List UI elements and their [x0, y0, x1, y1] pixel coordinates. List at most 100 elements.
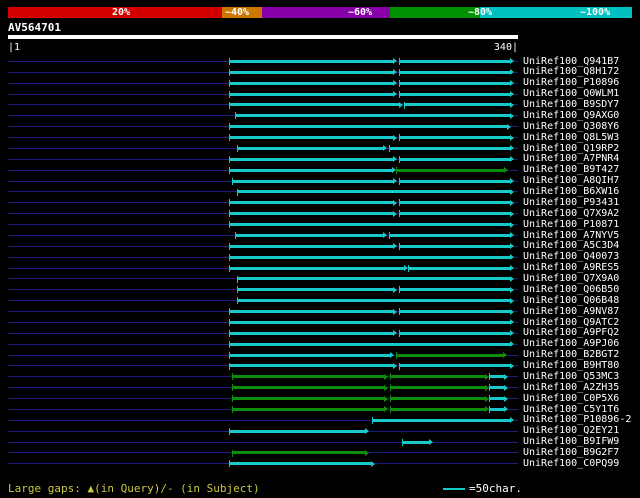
alignment-segment[interactable]	[235, 114, 511, 118]
alignment-segment[interactable]	[489, 375, 505, 379]
alignment-segment[interactable]	[399, 70, 511, 74]
alignment-segment[interactable]	[489, 397, 505, 401]
hit-label[interactable]: UniRef100_Q7X9A2	[523, 208, 619, 219]
alignment-segment[interactable]	[236, 299, 511, 303]
hit-label[interactable]: UniRef100_B9G2F7	[523, 448, 619, 458]
alignment-segment[interactable]	[229, 266, 404, 270]
alignment-segment[interactable]	[399, 288, 511, 292]
alignment-segment[interactable]	[399, 59, 511, 63]
hit-label[interactable]: UniRef100_A7NYV5	[523, 230, 619, 241]
alignment-segment[interactable]	[489, 386, 505, 390]
alignment-segment[interactable]	[229, 157, 394, 161]
alignment-segment[interactable]	[408, 266, 511, 270]
alignment-segment[interactable]	[403, 103, 511, 107]
alignment-segment[interactable]	[390, 386, 485, 390]
alignment-segment[interactable]	[229, 201, 394, 205]
alignment-segment[interactable]	[388, 233, 511, 237]
alignment-segment[interactable]	[229, 462, 371, 466]
alignment-segment[interactable]	[229, 70, 394, 74]
alignment-segment[interactable]	[229, 310, 394, 314]
alignment-segment[interactable]	[399, 157, 511, 161]
alignment-segment[interactable]	[229, 320, 511, 324]
hit-label[interactable]: UniRef100_Q9AXG0	[523, 110, 619, 121]
alignment-segment[interactable]	[390, 407, 485, 411]
alignment-segment[interactable]	[229, 212, 394, 216]
alignment-segment[interactable]	[229, 223, 511, 227]
hit-label[interactable]: UniRef100_Q308Y6	[523, 121, 619, 132]
hit-label[interactable]: UniRef100_B6XW16	[523, 187, 619, 197]
alignment-segment[interactable]	[229, 244, 394, 248]
alignment-segment[interactable]	[232, 397, 385, 401]
alignment-segment[interactable]	[236, 146, 383, 150]
hit-label[interactable]: UniRef100_Q0WLM1	[523, 89, 619, 99]
hit-label[interactable]: UniRef100_A2ZH35	[523, 382, 619, 393]
hit-label[interactable]: UniRef100_A7PNR4	[523, 154, 619, 164]
alignment-segment[interactable]	[229, 81, 394, 85]
alignment-segment[interactable]	[390, 375, 485, 379]
hit-label[interactable]: UniRef100_B9T427	[523, 165, 619, 175]
alignment-segment[interactable]	[402, 440, 430, 444]
hit-label[interactable]: UniRef100_P93431	[523, 197, 619, 208]
hit-label[interactable]: UniRef100_C5Y1T6	[523, 404, 619, 415]
alignment-segment[interactable]	[236, 277, 511, 281]
alignment-segment[interactable]	[232, 451, 365, 455]
alignment-segment[interactable]	[229, 59, 394, 63]
hit-label[interactable]: UniRef100_A5C3D4	[523, 241, 619, 251]
alignment-segment[interactable]	[236, 190, 511, 194]
hit-label[interactable]: UniRef100_P10896	[523, 78, 619, 88]
alignment-segment[interactable]	[399, 179, 511, 183]
alignment-segment[interactable]	[229, 342, 511, 346]
alignment-segment[interactable]	[232, 179, 394, 183]
hit-label[interactable]: UniRef100_C0PQ99	[523, 458, 619, 469]
hit-label[interactable]: UniRef100_A9PFQ2	[523, 328, 619, 338]
hit-label[interactable]: UniRef100_Q9ATC2	[523, 317, 619, 328]
alignment-segment[interactable]	[229, 136, 394, 140]
alignment-segment[interactable]	[388, 146, 511, 150]
alignment-segment[interactable]	[396, 353, 503, 357]
alignment-segment[interactable]	[229, 255, 511, 259]
alignment-segment[interactable]	[372, 418, 511, 422]
hit-label[interactable]: UniRef100_A8QIH7	[523, 176, 619, 186]
alignment-segment[interactable]	[489, 407, 505, 411]
hit-label[interactable]: UniRef100_Q2EY21	[523, 426, 619, 436]
alignment-segment[interactable]	[399, 364, 511, 368]
alignment-segment[interactable]	[229, 92, 394, 96]
alignment-segment[interactable]	[229, 364, 394, 368]
alignment-segment[interactable]	[396, 168, 505, 172]
hit-label[interactable]: UniRef100_Q40073	[523, 252, 619, 262]
alignment-segment[interactable]	[390, 397, 485, 401]
hit-label[interactable]: UniRef100_A9PJ06	[523, 339, 619, 349]
alignment-segment[interactable]	[236, 288, 394, 292]
alignment-segment[interactable]	[399, 201, 511, 205]
hit-label[interactable]: UniRef100_Q19RP2	[523, 143, 619, 154]
alignment-segment[interactable]	[399, 331, 511, 335]
hit-label[interactable]: UniRef100_Q8H172	[523, 67, 619, 77]
alignment-segment[interactable]	[399, 92, 511, 96]
alignment-segment[interactable]	[399, 310, 511, 314]
hit-label[interactable]: UniRef100_A9RES5	[523, 263, 619, 273]
hit-label[interactable]: UniRef100_B9HT80	[523, 361, 619, 371]
alignment-segment[interactable]	[229, 168, 392, 172]
alignment-segment[interactable]	[399, 81, 511, 85]
alignment-segment[interactable]	[232, 375, 385, 379]
hit-label[interactable]: UniRef100_A9NV87	[523, 306, 619, 317]
hit-label[interactable]: UniRef100_Q7X9A0	[523, 274, 619, 284]
hit-label[interactable]: UniRef100_Q8L5W3	[523, 132, 619, 143]
hit-label[interactable]: UniRef100_P10871	[523, 219, 619, 230]
hit-label[interactable]: UniRef100_B2BGT2	[523, 350, 619, 360]
hit-label[interactable]: UniRef100_Q53MC3	[523, 371, 619, 382]
alignment-segment[interactable]	[399, 212, 511, 216]
hit-label[interactable]: UniRef100_B9IFW9	[523, 437, 619, 447]
alignment-segment[interactable]	[232, 407, 385, 411]
hit-label[interactable]: UniRef100_B9SDY7	[523, 100, 619, 110]
hit-label[interactable]: UniRef100_P10896-2	[523, 415, 631, 425]
alignment-segment[interactable]	[229, 429, 365, 433]
alignment-segment[interactable]	[399, 136, 511, 140]
alignment-segment[interactable]	[399, 244, 511, 248]
hit-label[interactable]: UniRef100_Q06B50	[523, 284, 619, 295]
alignment-segment[interactable]	[229, 331, 394, 335]
hit-label[interactable]: UniRef100_C0P5X6	[523, 393, 619, 404]
hit-label[interactable]: UniRef100_Q941B7	[523, 56, 619, 67]
alignment-segment[interactable]	[235, 233, 383, 237]
alignment-segment[interactable]	[229, 103, 400, 107]
